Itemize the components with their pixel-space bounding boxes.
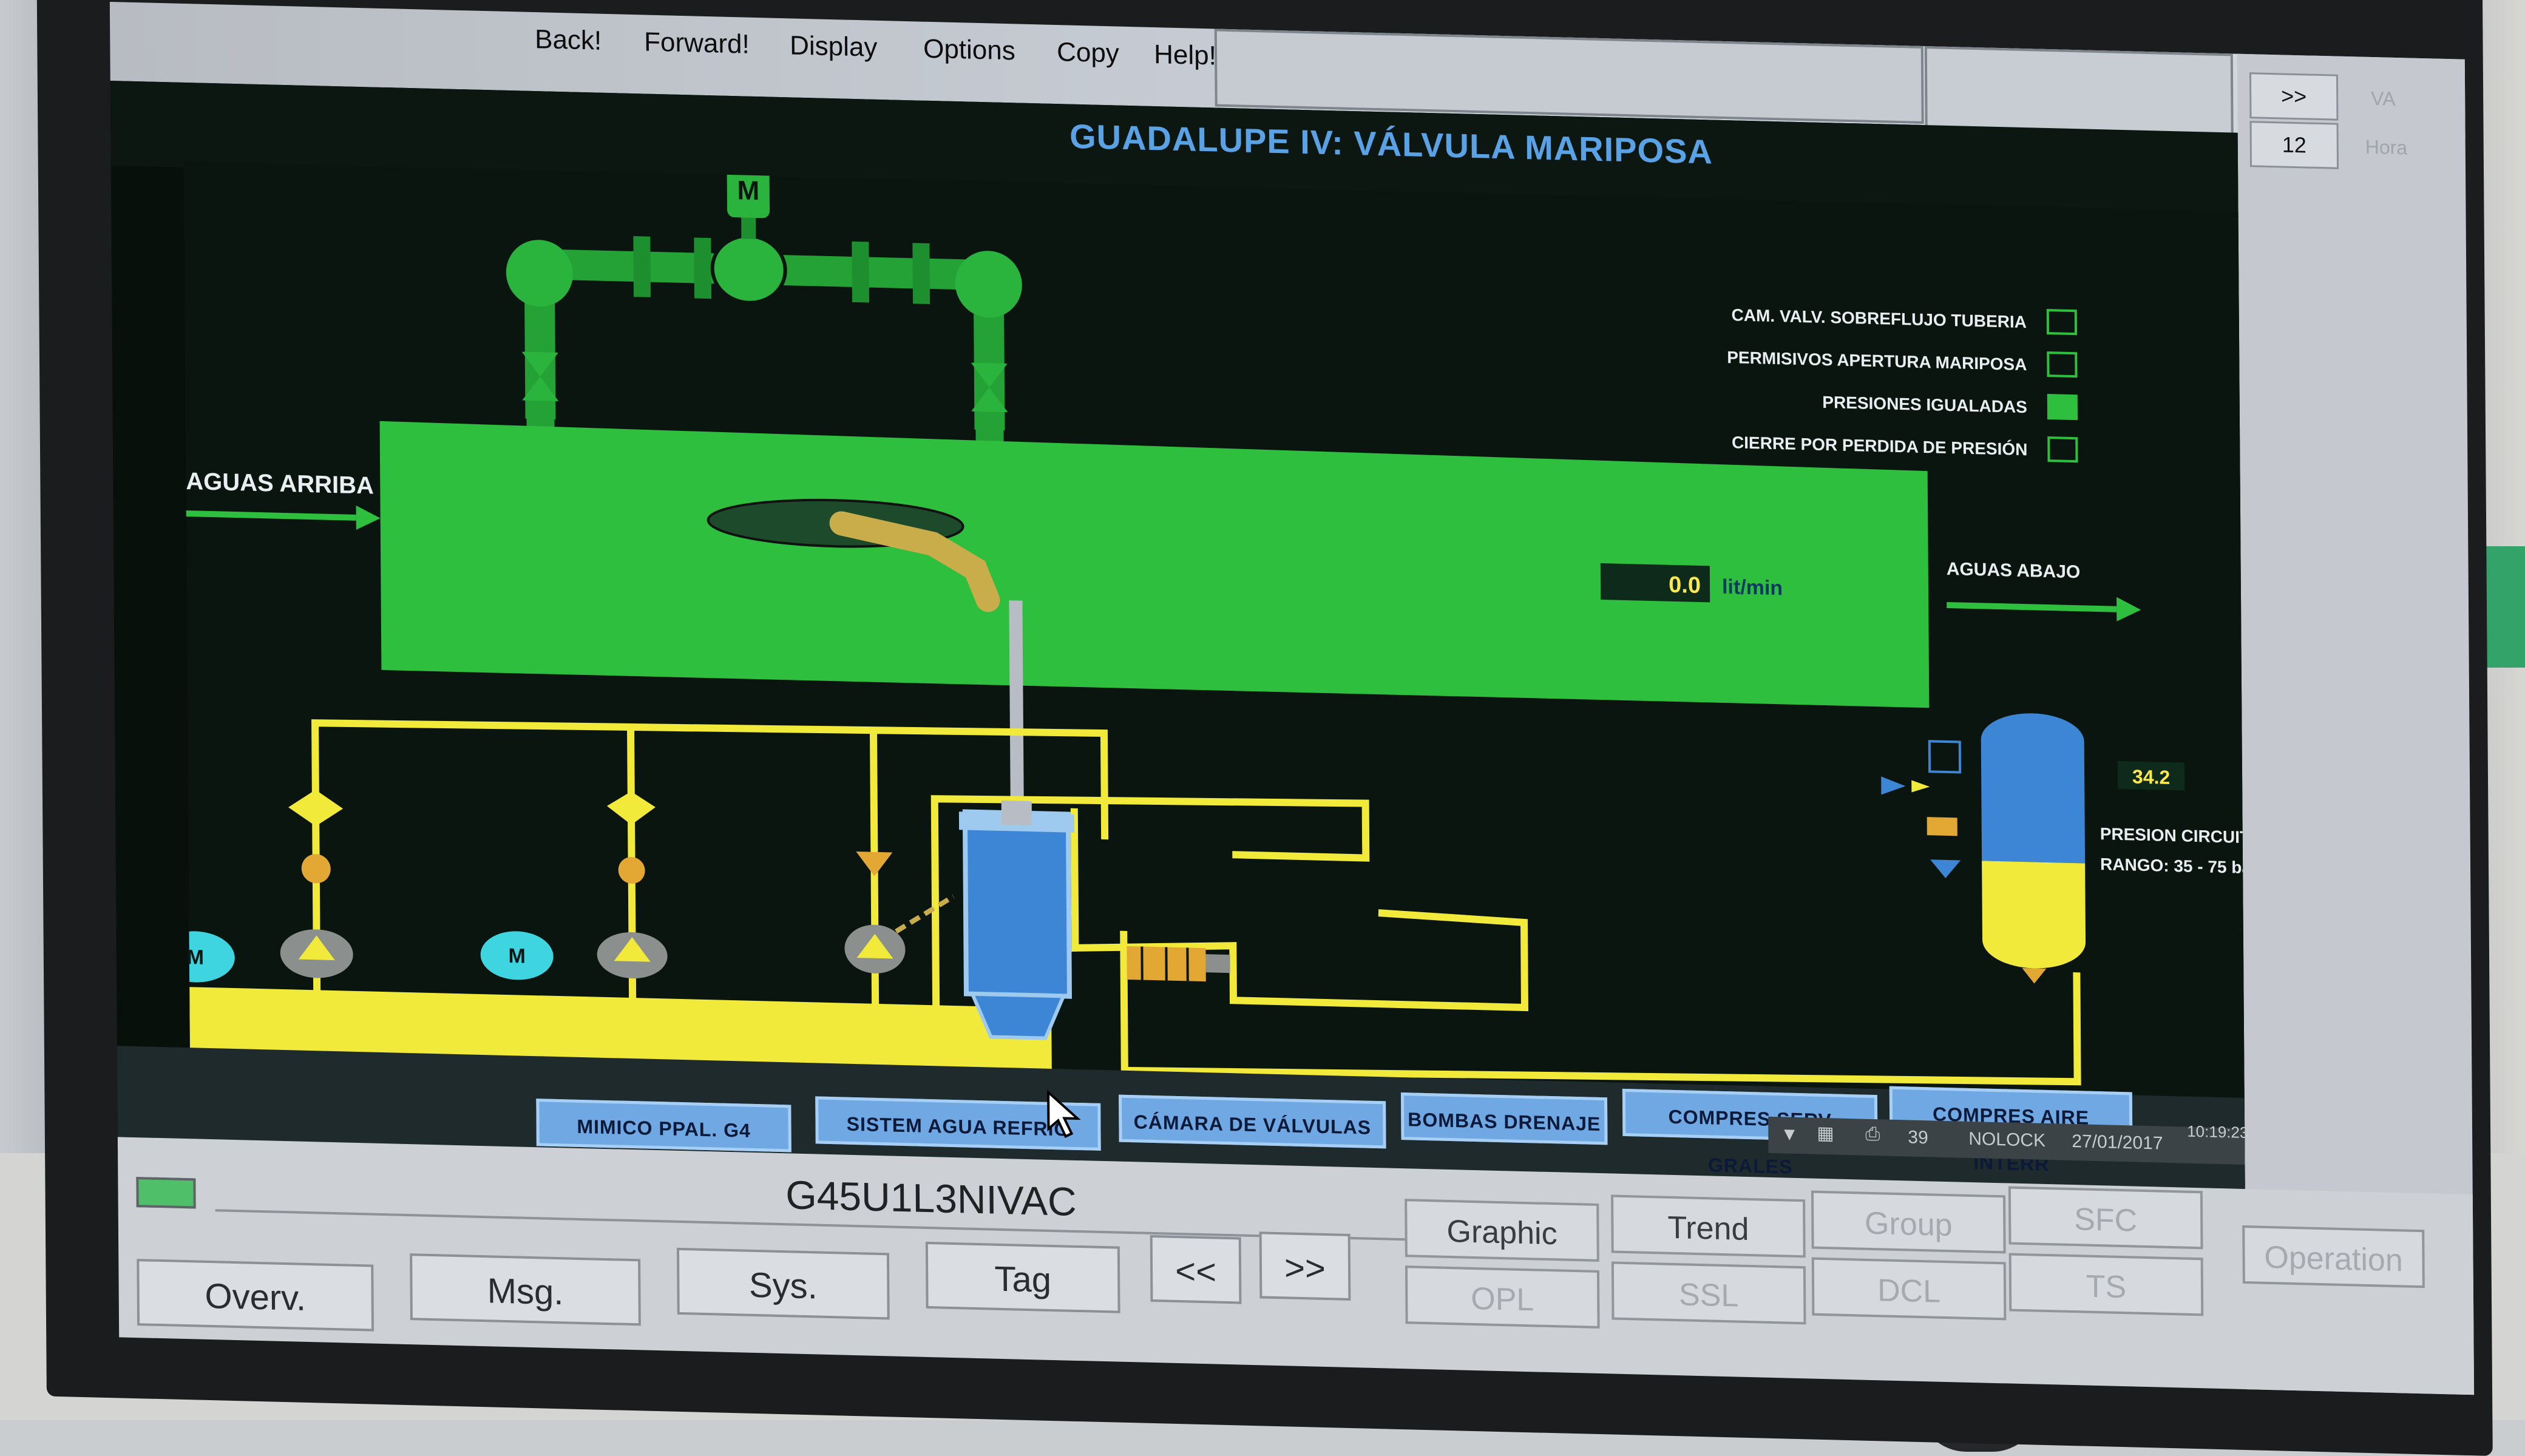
menu-forward[interactable]: Forward!	[644, 27, 750, 59]
overview-button[interactable]: Overv.	[137, 1259, 374, 1332]
upstream-arrow	[184, 501, 381, 530]
tag-name: G45U1L3NIVAC	[785, 1171, 1077, 1225]
sfc-button[interactable]: SFC	[2008, 1186, 2203, 1249]
svg-text:M: M	[187, 946, 205, 969]
hydraulic-range-label: RANGO: 35 - 75 bar	[2100, 855, 2245, 877]
right-panel-label-hora: Hora	[2365, 136, 2408, 160]
hydraulic-pressure-value: 34.2	[2132, 765, 2171, 788]
tag-button[interactable]: Tag	[926, 1242, 1120, 1313]
valve-stem	[1009, 600, 1023, 801]
flow-value: 0.0	[1669, 572, 1701, 598]
status-label-0: CAM. VALV. SOBREFLUJO TUBERIA	[1732, 305, 2027, 331]
hydraulic-accumulator[interactable]	[1981, 712, 2086, 984]
status-label-3: CIERRE POR PERDIDA DE PRESIÓN	[1732, 433, 2028, 459]
downstream-label: AGUAS ABAJO	[1947, 559, 2081, 582]
nav-bombas-drenaje[interactable]: BOMBAS DRENAJE	[1401, 1092, 1608, 1145]
dcl-button[interactable]: DCL	[1812, 1258, 2007, 1321]
status-lock: NOLOCK	[1968, 1129, 2045, 1151]
status-indicator-3	[2049, 438, 2076, 461]
status-indicator-1	[2048, 353, 2076, 376]
menu-options[interactable]: Options	[923, 34, 1015, 67]
flow-unit: lit/min	[1722, 575, 1783, 600]
accumulator-valve-block[interactable]	[1881, 740, 1961, 878]
menu-back[interactable]: Back!	[535, 24, 602, 56]
scada-screen: Back! Forward! Display Options Copy Help…	[110, 2, 2474, 1395]
solenoid-valve[interactable]	[1127, 946, 1230, 982]
page-number-field[interactable]: 12	[2250, 121, 2339, 169]
group-button[interactable]: Group	[1811, 1191, 2006, 1254]
status-indicator-2	[2049, 395, 2076, 419]
page-forward-button[interactable]: >>	[2249, 72, 2339, 121]
message-button[interactable]: Msg.	[410, 1253, 641, 1326]
status-time: 10:19:23	[2187, 1122, 2248, 1142]
pump-motor-1[interactable]: M	[184, 930, 235, 983]
status-indicator-0	[2048, 310, 2076, 334]
hydraulic-pressure-label: PRESION CIRCUITO HIDRAULICO	[2100, 824, 2245, 850]
menu-help[interactable]: Help!	[1154, 39, 1216, 72]
dropdown-arrow-icon[interactable]: ▼	[1780, 1124, 1798, 1145]
status-date: 27/01/2017	[2072, 1131, 2163, 1154]
status-count: 39	[1908, 1127, 1928, 1148]
ts-button[interactable]: TS	[2009, 1253, 2204, 1316]
previous-button[interactable]: <<	[1150, 1235, 1242, 1304]
nav-mimico-ppal[interactable]: MIMICO PPAL. G4	[536, 1099, 791, 1152]
next-button[interactable]: >>	[1259, 1231, 1351, 1301]
status-label-2: PRESIONES IGUALADAS	[1822, 393, 2027, 416]
downstream-arrow	[1947, 593, 2141, 622]
status-label-1: PERMISIVOS APERTURA MARIPOSA	[1727, 348, 2027, 374]
graphic-button[interactable]: Graphic	[1405, 1199, 1599, 1262]
grid-icon[interactable]: ▦	[1817, 1123, 1834, 1145]
menu-display[interactable]: Display	[790, 30, 878, 63]
pump-motor-2[interactable]: M	[480, 930, 554, 981]
right-panel-label-va: VA	[2371, 87, 2396, 110]
svg-text:M: M	[737, 175, 759, 206]
trend-button[interactable]: Trend	[1611, 1194, 1806, 1258]
system-button[interactable]: Sys.	[677, 1248, 890, 1320]
nav-camara-valvulas[interactable]: CÁMARA DE VÁLVULAS	[1119, 1095, 1386, 1149]
main-conduit	[380, 421, 1930, 708]
mouse-cursor-icon	[1046, 1090, 1083, 1139]
upstream-label: AGUAS ARRIBA	[186, 468, 374, 499]
bypass-pipe	[506, 206, 1023, 431]
monitor-bezel: Back! Forward! Display Options Copy Help…	[36, 0, 2493, 1456]
valve-actuator-cylinder[interactable]	[959, 799, 1076, 1039]
alarm-indicator	[136, 1177, 195, 1208]
printer-icon[interactable]: ⎙	[1865, 1124, 1880, 1145]
svg-text:M: M	[508, 944, 526, 968]
process-diagram: M	[184, 161, 2245, 1165]
operation-button[interactable]: Operation	[2242, 1225, 2425, 1288]
menu-copy[interactable]: Copy	[1057, 37, 1119, 69]
opl-button[interactable]: OPL	[1405, 1265, 1600, 1329]
top-frame	[1215, 29, 1924, 124]
ssl-button[interactable]: SSL	[1612, 1261, 1806, 1324]
